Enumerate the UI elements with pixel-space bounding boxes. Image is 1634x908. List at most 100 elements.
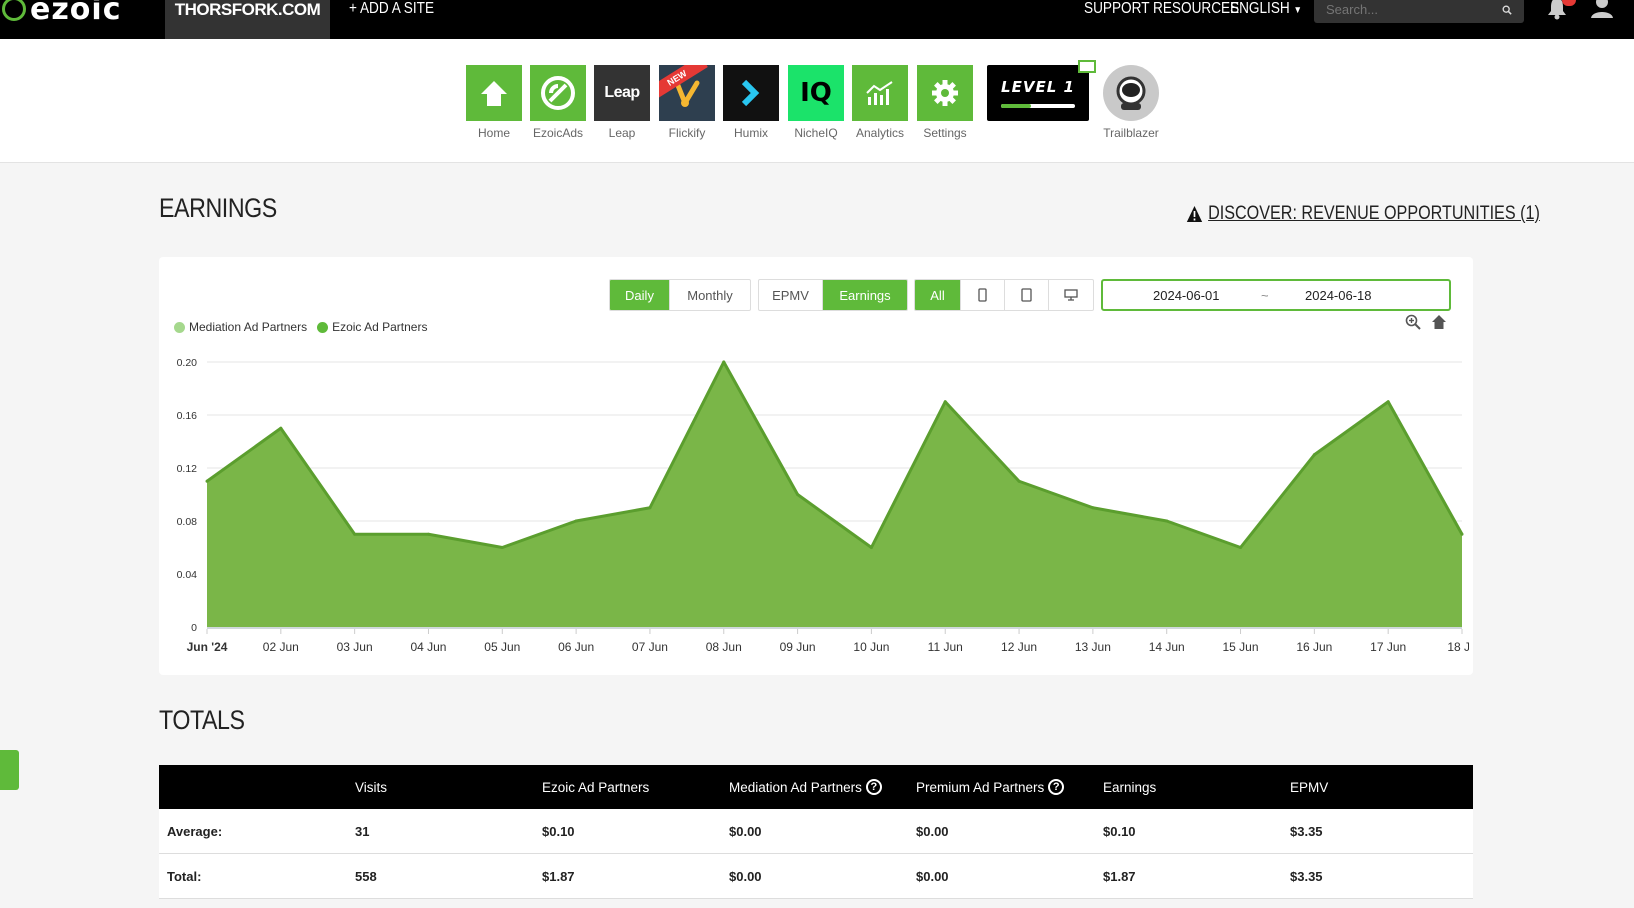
table-cell: $0.00 <box>916 868 949 884</box>
side-settings-tab[interactable] <box>0 750 19 790</box>
ezoic-logo-icon <box>2 0 26 21</box>
data-point <box>353 532 357 536</box>
x-tick-label: 07 Jun <box>632 640 668 654</box>
table-cell: $0.00 <box>916 823 949 839</box>
table-cell: $3.35 <box>1290 868 1323 884</box>
app-analytics[interactable]: Analytics <box>850 65 910 140</box>
reset-home-icon[interactable] <box>1431 314 1447 330</box>
x-tick-label: 14 Jun <box>1149 640 1185 654</box>
x-tick-label: 05 Jun <box>484 640 520 654</box>
legend-item-mediation[interactable]: Mediation Ad Partners <box>174 320 307 334</box>
legend-dot <box>174 321 185 333</box>
x-tick-label: 15 Jun <box>1223 640 1259 654</box>
add-site-link[interactable]: + ADD A SITE <box>349 0 434 20</box>
epmv-button[interactable]: EPMV <box>759 280 823 310</box>
app-label: Leap <box>608 126 636 140</box>
app-label: Settings <box>923 126 967 140</box>
x-tick-label: 17 Jun <box>1370 640 1406 654</box>
x-tick-label: 12 Jun <box>1001 640 1037 654</box>
date-start[interactable]: 2024-06-01 <box>1153 288 1220 303</box>
app-label: Analytics <box>855 126 905 140</box>
chart-tools <box>1405 314 1447 330</box>
table-cell: 31 <box>355 823 370 839</box>
x-tick-label: 10 Jun <box>853 640 889 654</box>
table-cell: 558 <box>355 868 377 884</box>
table-cell: $3.35 <box>1290 823 1323 839</box>
desktop-icon <box>1064 289 1078 301</box>
ezoic-logo[interactable]: ezoic <box>0 0 121 27</box>
monthly-button[interactable]: Monthly <box>670 280 750 310</box>
chart-legend: Mediation Ad Partners Ezoic Ad Partners <box>174 320 427 334</box>
app-label: Home <box>477 126 510 140</box>
date-end[interactable]: 2024-06-18 <box>1305 288 1372 303</box>
daily-button[interactable]: Daily <box>610 280 670 310</box>
ezoic-ads-icon <box>541 76 575 110</box>
legend-label: Mediation Ad Partners <box>189 320 308 334</box>
x-tick-label: 03 Jun <box>337 640 373 654</box>
app-flickify[interactable]: NEW Flickify <box>657 65 717 140</box>
x-tick-label: 13 Jun <box>1075 640 1111 654</box>
discover-text: DISCOVER: REVENUE OPPORTUNITIES (1) <box>1208 203 1540 224</box>
totals-table-body: Average: 31 $0.10 $0.00 $0.00 $0.10 $3.35 Total… <box>159 809 1473 899</box>
zoom-icon[interactable] <box>1405 314 1421 330</box>
level-progress-bar <box>1001 104 1075 108</box>
data-point <box>869 546 873 549</box>
x-tick-label: 08 Jun <box>706 640 742 654</box>
series-area <box>207 362 1462 627</box>
date-range-picker[interactable]: 2024-06-01 ~ 2024-06-18 <box>1101 279 1451 311</box>
earnings-title: EARNINGS <box>159 193 277 223</box>
help-icon[interactable]: ? <box>1048 779 1065 795</box>
app-tile <box>723 65 779 121</box>
desktop-button[interactable] <box>1049 280 1093 310</box>
tablet-button[interactable] <box>1005 280 1049 310</box>
user-avatar-icon[interactable] <box>1590 0 1614 20</box>
x-tick-label: 02 Jun <box>263 640 299 654</box>
search-icon[interactable] <box>1502 4 1512 16</box>
header-label: Visits <box>355 779 388 795</box>
legend-item-ezoic[interactable]: Ezoic Ad Partners <box>317 320 427 334</box>
data-point <box>1017 479 1021 483</box>
data-point <box>279 426 283 430</box>
header-label: Earnings <box>1103 779 1157 795</box>
legend-label: Ezoic Ad Partners <box>332 320 428 334</box>
header-label: EPMV <box>1290 779 1329 795</box>
help-icon[interactable]: ? <box>865 779 882 795</box>
site-selector-tab[interactable]: THORSFORK.COM <box>165 0 330 39</box>
discover-revenue-link[interactable]: DISCOVER: REVENUE OPPORTUNITIES (1) <box>1186 203 1540 225</box>
nicheiq-icon: IQ <box>800 78 832 108</box>
mail-icon[interactable] <box>1078 60 1096 73</box>
trailblazer-badge[interactable]: Trailblazer <box>1099 65 1163 140</box>
app-label: Humix <box>733 126 768 140</box>
app-humix[interactable]: Humix <box>721 65 781 140</box>
metric-toggle: EPMV Earnings <box>758 279 908 311</box>
language-dropdown[interactable]: ENGLISH ▼ <box>1230 0 1302 18</box>
mobile-button[interactable] <box>961 280 1005 310</box>
level-badge[interactable]: LEVEL 1 <box>987 65 1089 121</box>
site-name: THORSFORK.COM <box>174 0 321 19</box>
analytics-icon <box>866 81 893 105</box>
data-point <box>426 532 430 536</box>
app-home[interactable]: Home <box>464 65 524 140</box>
earnings-button[interactable]: Earnings <box>823 280 907 310</box>
y-tick-label: 0.12 <box>177 463 198 475</box>
app-nicheiq[interactable]: IQ NicheIQ <box>786 65 846 140</box>
app-tile <box>530 65 586 121</box>
top-navigation-bar: ezoic THORSFORK.COM + ADD A SITE SUPPORT… <box>0 0 1634 39</box>
data-point <box>648 506 652 510</box>
earnings-area-chart: 0 0.04 0.08 0.12 0.16 0.20 Jun '24 02 Jun 03 Jun… <box>177 357 1469 654</box>
app-tile <box>852 65 908 121</box>
support-resources-link[interactable]: SUPPORT RESOURCES <box>1084 0 1239 18</box>
table-header-cell: Visits <box>355 765 387 809</box>
level-text: LEVEL 1 <box>1001 78 1075 96</box>
app-settings[interactable]: Settings <box>915 65 975 140</box>
search-box[interactable] <box>1314 0 1524 23</box>
app-ezoicads[interactable]: EzoicAds <box>528 65 588 140</box>
x-tick-label: 09 Jun <box>780 640 816 654</box>
all-devices-button[interactable]: All <box>915 280 961 310</box>
table-row: Total: 558 $1.87 $0.00 $0.00 $1.87 $3.35 <box>159 854 1473 899</box>
y-tick-label: 0 <box>191 622 197 634</box>
app-leap[interactable]: Leap Leap <box>592 65 652 140</box>
house-icon <box>481 81 507 106</box>
date-separator: ~ <box>1261 287 1269 303</box>
search-input[interactable] <box>1326 2 1502 17</box>
